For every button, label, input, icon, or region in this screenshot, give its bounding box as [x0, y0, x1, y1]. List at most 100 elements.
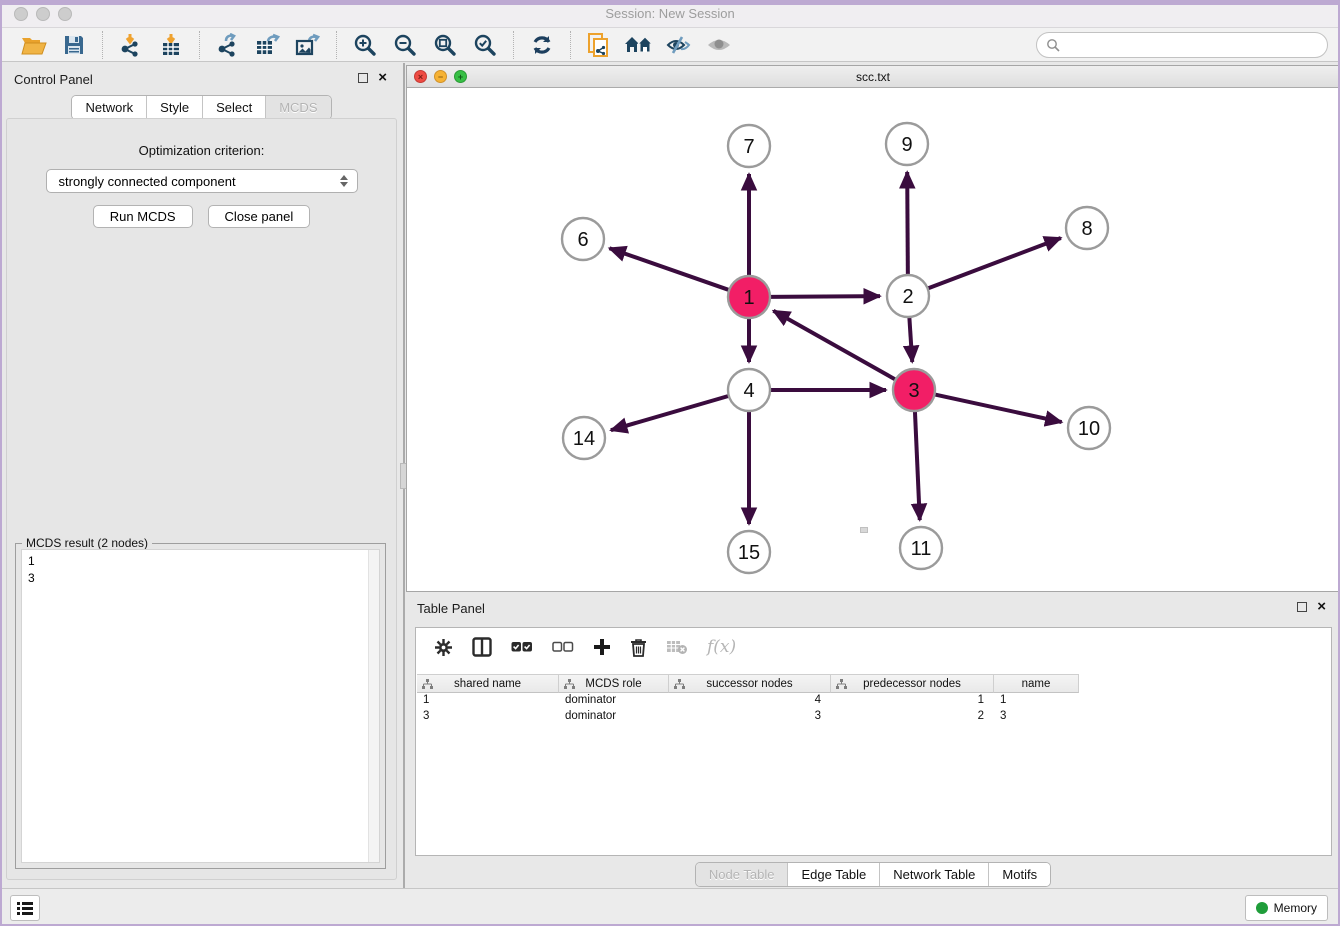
- graph-node-4[interactable]: 4: [728, 369, 770, 411]
- tab-network-table[interactable]: Network Table: [879, 863, 988, 886]
- vertical-splitter[interactable]: [403, 63, 405, 888]
- run-mcds-button[interactable]: Run MCDS: [93, 205, 193, 228]
- clone-network-icon[interactable]: [579, 30, 619, 60]
- graph-node-6[interactable]: 6: [562, 218, 604, 260]
- refresh-icon[interactable]: [522, 30, 562, 60]
- graph-node-10[interactable]: 10: [1068, 407, 1110, 449]
- column-header-predecessor-nodes[interactable]: predecessor nodes: [831, 674, 994, 693]
- select-all-icon[interactable]: [511, 640, 533, 654]
- tab-edge-table[interactable]: Edge Table: [787, 863, 879, 886]
- open-session-icon[interactable]: [14, 30, 54, 60]
- network-canvas[interactable]: 7 9 6 8 1 2 4 3 14 10 15 11: [407, 88, 1339, 591]
- graph-edge-4-14[interactable]: [611, 396, 729, 430]
- zoom-selected-icon[interactable]: [465, 30, 505, 60]
- table-cell[interactable]: 2: [831, 709, 994, 725]
- table-cell[interactable]: 1: [417, 693, 559, 709]
- result-scrollbar[interactable]: [368, 550, 379, 862]
- list-icon: [17, 902, 33, 915]
- task-history-button[interactable]: [10, 895, 40, 921]
- import-table-icon[interactable]: [151, 30, 191, 60]
- result-item[interactable]: 3: [28, 570, 379, 587]
- table-cell[interactable]: 3: [994, 709, 1079, 725]
- graph-edge-1-6[interactable]: [609, 248, 729, 290]
- add-icon[interactable]: [593, 638, 611, 656]
- horizontal-splitter-handle[interactable]: [860, 527, 868, 533]
- graph-node-8[interactable]: 8: [1066, 207, 1108, 249]
- graph-node-9[interactable]: 9: [886, 123, 928, 165]
- table-cell[interactable]: 3: [669, 709, 831, 725]
- column-header-label: predecessor nodes: [863, 678, 961, 690]
- show-all-icon[interactable]: [699, 30, 739, 60]
- network-minimize-icon[interactable]: −: [434, 70, 447, 83]
- mcds-result-list[interactable]: 13: [21, 549, 380, 863]
- gear-icon[interactable]: [434, 638, 453, 657]
- tab-mcds[interactable]: MCDS: [265, 96, 330, 119]
- column-header-shared-name[interactable]: shared name: [417, 674, 559, 693]
- table-cell[interactable]: dominator: [559, 693, 669, 709]
- graph-edge-1-2[interactable]: [770, 296, 880, 297]
- hide-selected-icon[interactable]: [659, 30, 699, 60]
- search-input[interactable]: [1066, 38, 1327, 52]
- table-row[interactable]: 3dominator323: [417, 709, 1330, 725]
- export-image-icon[interactable]: [288, 30, 328, 60]
- column-icon[interactable]: [472, 637, 492, 657]
- first-neighbors-icon[interactable]: [619, 30, 659, 60]
- criterion-value: strongly connected component: [59, 174, 337, 189]
- zoom-in-icon[interactable]: [345, 30, 385, 60]
- graph-edge-2-3[interactable]: [909, 317, 912, 362]
- graph-edge-3-1[interactable]: [773, 311, 895, 380]
- float-panel-icon[interactable]: [358, 73, 368, 83]
- search-field[interactable]: [1036, 32, 1328, 58]
- close-panel-button[interactable]: Close panel: [208, 205, 311, 228]
- mcds-result-group: MCDS result (2 nodes) 13: [15, 543, 386, 869]
- graph-edge-2-8[interactable]: [928, 238, 1061, 289]
- column-header-successor-nodes[interactable]: successor nodes: [669, 674, 831, 693]
- float-table-panel-icon[interactable]: [1297, 602, 1307, 612]
- import-network-icon[interactable]: [111, 30, 151, 60]
- delete-table-icon: [666, 639, 688, 655]
- graph-node-14[interactable]: 14: [563, 417, 605, 459]
- table-cell[interactable]: 1: [994, 693, 1079, 709]
- column-header-MCDS-role[interactable]: MCDS role: [559, 674, 669, 693]
- table-row[interactable]: 1dominator411: [417, 693, 1330, 709]
- tab-network[interactable]: Network: [72, 96, 146, 119]
- column-header-name[interactable]: name: [994, 674, 1079, 693]
- tab-select[interactable]: Select: [202, 96, 265, 119]
- result-item[interactable]: 1: [28, 553, 379, 570]
- zoom-fit-icon[interactable]: [425, 30, 465, 60]
- export-network-icon[interactable]: [208, 30, 248, 60]
- graph-node-11[interactable]: 11: [900, 527, 942, 569]
- graph-node-7[interactable]: 7: [728, 125, 770, 167]
- deselect-all-icon[interactable]: [552, 640, 574, 654]
- graph-edge-3-11[interactable]: [915, 411, 920, 520]
- export-table-icon[interactable]: [248, 30, 288, 60]
- table-body: f(x) shared nameMCDS rolesuccessor nodes…: [415, 627, 1332, 856]
- delete-icon[interactable]: [630, 638, 647, 657]
- tab-style[interactable]: Style: [146, 96, 202, 119]
- network-window-titlebar[interactable]: × − + scc.txt: [407, 66, 1339, 88]
- table-cell[interactable]: dominator: [559, 709, 669, 725]
- graph-node-2[interactable]: 2: [887, 275, 929, 317]
- network-zoom-icon[interactable]: +: [454, 70, 467, 83]
- graph-edge-2-9[interactable]: [907, 172, 908, 275]
- graph-node-1[interactable]: 1: [728, 276, 770, 318]
- close-table-panel-icon[interactable]: ×: [1317, 602, 1326, 612]
- graph-edge-3-10[interactable]: [935, 394, 1062, 422]
- zoom-out-icon[interactable]: [385, 30, 425, 60]
- tab-node-table[interactable]: Node Table: [696, 863, 788, 886]
- save-session-icon[interactable]: [54, 30, 94, 60]
- node-label: 4: [743, 380, 754, 402]
- window-edge-left: [0, 0, 2, 926]
- graph-node-15[interactable]: 15: [728, 531, 770, 573]
- tab-motifs[interactable]: Motifs: [988, 863, 1050, 886]
- memory-button[interactable]: Memory: [1245, 895, 1328, 921]
- criterion-select[interactable]: strongly connected component: [46, 169, 358, 193]
- node-label: 11: [911, 538, 932, 560]
- network-close-icon[interactable]: ×: [414, 70, 427, 83]
- table-cell[interactable]: 4: [669, 693, 831, 709]
- close-panel-icon[interactable]: ×: [378, 73, 387, 83]
- node-table: shared nameMCDS rolesuccessor nodes prede…: [417, 674, 1330, 725]
- table-cell[interactable]: 1: [831, 693, 994, 709]
- table-cell[interactable]: 3: [417, 709, 559, 725]
- graph-node-3[interactable]: 3: [893, 369, 935, 411]
